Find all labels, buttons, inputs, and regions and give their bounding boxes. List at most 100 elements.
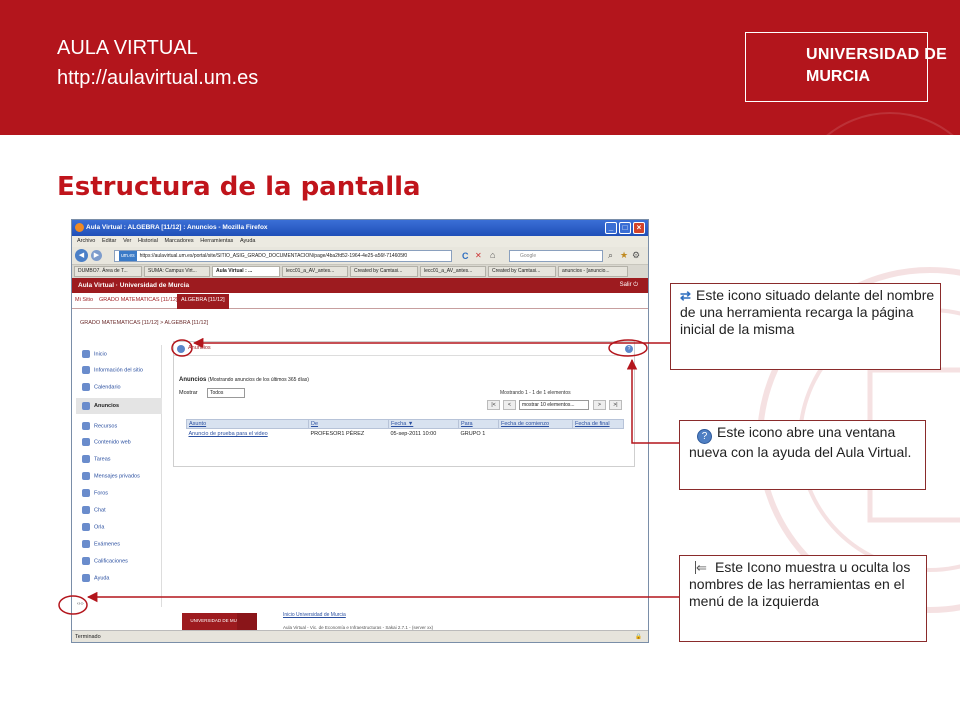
- tool-menu-item[interactable]: Orla: [82, 523, 104, 531]
- announcement-link[interactable]: Anuncio de prueba para el video: [187, 429, 309, 439]
- tool-menu-item[interactable]: Recursos: [82, 422, 117, 430]
- search-icon[interactable]: ⌕: [608, 250, 613, 261]
- header-title: AULA VIRTUAL: [57, 37, 198, 59]
- tool-menu-label: Recursos: [94, 423, 118, 430]
- site-tab-mi-sitio[interactable]: Mi Sitio: [75, 297, 93, 303]
- callout-help: ? Este icono abre una ventana nueva con l…: [679, 420, 926, 490]
- browser-tab[interactable]: SUMA: Campus Virt...: [144, 266, 210, 277]
- navigation-toolbar: ◀ ▶ um.es https://aulavirtual.um.es/porta…: [72, 247, 648, 265]
- site-identity-badge[interactable]: um.es: [119, 251, 137, 261]
- column-header-de[interactable]: De: [308, 419, 389, 429]
- menu-ayuda[interactable]: Ayuda: [240, 236, 256, 247]
- column-header-comienzo[interactable]: Fecha de comienzo: [498, 419, 573, 429]
- pager-next-button[interactable]: >: [593, 400, 606, 410]
- gear-icon[interactable]: ⚙: [632, 250, 640, 261]
- tool-menu-label: Tareas: [94, 456, 111, 463]
- pager-first-button[interactable]: |<: [487, 400, 500, 410]
- breadcrumb[interactable]: GRADO MATEMATICAS [11/12] > ALGEBRA [11/…: [80, 320, 208, 326]
- tool-menu-item[interactable]: Ayuda: [82, 574, 110, 582]
- footer-links[interactable]: Inicio Universidad de Murcia: [283, 612, 346, 618]
- star-icon[interactable]: ★: [620, 250, 628, 261]
- browser-tab[interactable]: DUMBO7. Área de T...: [74, 266, 142, 277]
- tasks-icon: [82, 455, 90, 463]
- browser-tab[interactable]: Created by Camtasi...: [488, 266, 556, 277]
- tool-menu-item[interactable]: Información del sitio: [82, 366, 143, 374]
- url-bar[interactable]: um.es https://aulavirtual.um.es/portal/si…: [114, 250, 452, 262]
- browser-tab[interactable]: lecc01_a_AV_antes...: [282, 266, 348, 277]
- column-header-final[interactable]: Fecha de final: [572, 419, 624, 429]
- reset-tool-icon[interactable]: [177, 345, 185, 353]
- search-input[interactable]: Google: [509, 250, 603, 262]
- menu-bar: Archivo Editar Ver Historial Marcadores …: [72, 236, 648, 247]
- browser-window: Aula Virtual : ALGEBRA [11/12] : Anuncio…: [71, 219, 649, 643]
- tool-menu-item[interactable]: Foros: [82, 489, 108, 497]
- tool-menu-item[interactable]: Chat: [82, 506, 106, 514]
- menu-marcadores[interactable]: Marcadores: [165, 236, 194, 247]
- tool-menu-label: Mensajes privados: [94, 473, 140, 480]
- page-size-select[interactable]: mostrar 10 elementos...: [519, 400, 589, 410]
- window-titlebar: Aula Virtual : ALGEBRA [11/12] : Anuncio…: [72, 220, 648, 236]
- show-filter-select[interactable]: Todos: [207, 388, 245, 398]
- column-header-fecha[interactable]: Fecha ▼: [388, 419, 459, 429]
- forward-arrow-icon[interactable]: ▶: [91, 250, 102, 261]
- back-arrow-icon[interactable]: ◀: [75, 249, 88, 262]
- tool-menu-label: Chat: [94, 507, 106, 514]
- browser-tab-active[interactable]: Aula Virtual : ...: [212, 266, 280, 277]
- stop-icon[interactable]: ✕: [475, 251, 482, 260]
- help-icon: [82, 574, 90, 582]
- menu-herramientas[interactable]: Herramientas: [200, 236, 233, 247]
- tool-menu-item[interactable]: Tareas: [82, 455, 111, 463]
- site-tab-grado[interactable]: GRADO MATEMATICAS [11/12]: [99, 297, 178, 303]
- column-header-para[interactable]: Para: [458, 419, 499, 429]
- menu-ver[interactable]: Ver: [123, 236, 131, 247]
- pencil-icon: [82, 540, 90, 548]
- column-header-asunto[interactable]: Asunto: [186, 419, 309, 429]
- tool-menu-item[interactable]: Calificaciones: [82, 557, 128, 565]
- tool-menu-item[interactable]: Exámenes: [82, 540, 120, 548]
- tool-menu-item[interactable]: Calendario: [82, 383, 121, 391]
- menu-editar[interactable]: Editar: [102, 236, 116, 247]
- orla-icon: [82, 523, 90, 531]
- reload-icon[interactable]: C: [462, 251, 469, 261]
- forum-icon: [82, 489, 90, 497]
- menu-archivo[interactable]: Archivo: [77, 236, 95, 247]
- browser-tabs: DUMBO7. Área de T... SUMA: Campus Virt..…: [72, 265, 648, 278]
- pager-last-button[interactable]: >|: [609, 400, 622, 410]
- cell-de: PROFESOR1 PÉREZ: [310, 430, 365, 437]
- logout-link[interactable]: Salir ⏻: [620, 282, 638, 289]
- chat-icon: [82, 506, 90, 514]
- tool-menu-label: Información del sitio: [94, 367, 143, 374]
- tool-panel-header: Anuncios ?: [174, 342, 634, 356]
- callout-reload: ⇄ Este icono situado delante del nombre d…: [670, 283, 941, 370]
- browser-tab[interactable]: anuncios - [anuncio...: [558, 266, 628, 277]
- close-button[interactable]: ×: [633, 222, 645, 234]
- tool-menu-label: Contenido web: [94, 439, 131, 446]
- message-icon: [82, 472, 90, 480]
- toggle-tool-names-icon[interactable]: ‹‹‹›: [77, 601, 84, 607]
- maximize-button[interactable]: □: [619, 222, 631, 234]
- tool-menu-label: Exámenes: [94, 541, 120, 548]
- site-tab-algebra[interactable]: ALGEBRA [11/12]: [177, 294, 229, 309]
- menu-historial[interactable]: Historial: [138, 236, 158, 247]
- tool-menu-item[interactable]: Inicio: [82, 350, 107, 358]
- browser-tab[interactable]: lecc01_a_AV_antes...: [420, 266, 486, 277]
- tool-menu-item[interactable]: Mensajes privados: [82, 472, 140, 480]
- lock-icon: 🔒: [635, 634, 642, 640]
- callout-reload-text: Este icono situado delante del nombre de…: [680, 287, 935, 337]
- minimize-button[interactable]: _: [605, 222, 617, 234]
- tool-menu: Inicio Información del sitio Calendario …: [76, 345, 162, 607]
- tool-title: Anuncios: [188, 345, 211, 351]
- aula-virtual-banner: Aula Virtual · Universidad de Murcia Sal…: [72, 278, 648, 293]
- pager-prev-button[interactable]: <: [503, 400, 516, 410]
- help-icon[interactable]: ?: [625, 345, 633, 353]
- aula-virtual-brand: Aula Virtual · Universidad de Murcia: [78, 282, 190, 289]
- tool-subtitle: Anuncios (Mostrando anuncios de los últi…: [179, 377, 309, 383]
- home-icon[interactable]: ⌂: [490, 250, 495, 260]
- toggle-arrow-icon: ⇐: [695, 561, 711, 574]
- tool-menu-item-selected[interactable]: Anuncios: [76, 398, 162, 414]
- browser-tab[interactable]: Created by Camtasi...: [350, 266, 418, 277]
- folder-icon: [82, 422, 90, 430]
- university-name-line2: MURCIA: [806, 68, 870, 85]
- tool-menu-item[interactable]: Contenido web: [82, 438, 131, 446]
- tool-menu-label: Calendario: [94, 384, 121, 391]
